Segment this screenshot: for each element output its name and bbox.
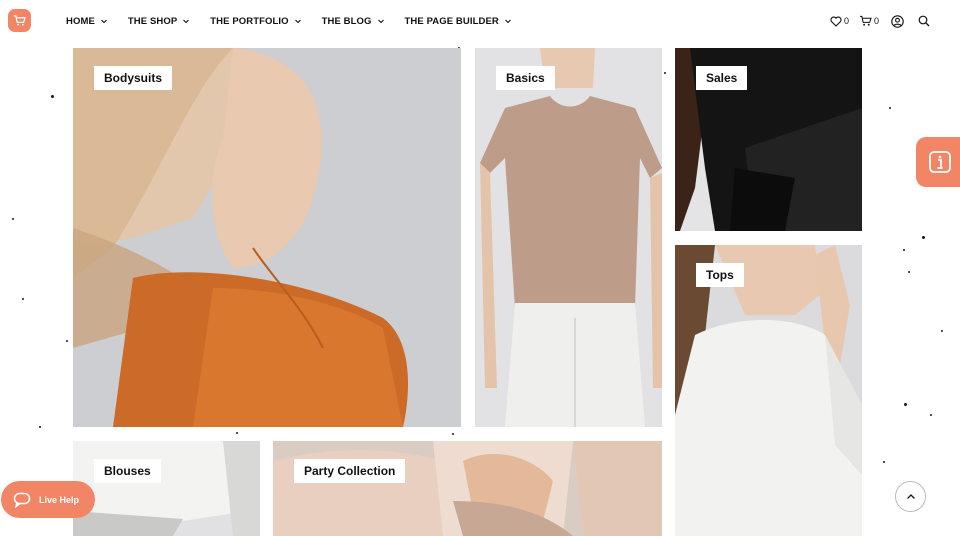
main-nav: HOME THE SHOP THE PORTFOLIO THE BLOG THE… xyxy=(66,0,532,42)
nav-label: THE SHOP xyxy=(127,15,178,27)
search-button[interactable] xyxy=(918,15,930,27)
site-header: HOME THE SHOP THE PORTFOLIO THE BLOG THE… xyxy=(0,0,960,42)
chevron-up-icon xyxy=(906,493,915,499)
nav-item-blog[interactable]: THE BLOG xyxy=(322,16,385,27)
nav-item-page-builder[interactable]: THE PAGE BUILDER xyxy=(405,16,512,27)
bodysuits-photo xyxy=(73,48,461,427)
live-help-label: Live Help xyxy=(39,494,80,505)
user-icon xyxy=(891,14,904,28)
header-actions: 0 0 xyxy=(820,0,930,42)
category-tile-party-collection[interactable]: Party Collection xyxy=(273,441,662,536)
nav-item-shop[interactable]: THE SHOP xyxy=(128,16,190,27)
logo[interactable] xyxy=(8,9,31,32)
wishlist-count: 0 xyxy=(843,16,849,26)
category-tile-bodysuits[interactable]: Bodysuits xyxy=(73,48,461,427)
party-collection-photo xyxy=(273,441,662,536)
category-label[interactable]: Tops xyxy=(696,263,744,287)
category-label[interactable]: Blouses xyxy=(94,459,161,483)
cart-button[interactable]: 0 xyxy=(859,15,879,27)
chevron-down-icon xyxy=(294,19,301,24)
chevron-down-icon xyxy=(504,19,511,24)
cart-count: 0 xyxy=(873,16,879,26)
account-button[interactable] xyxy=(891,14,904,28)
cart-icon xyxy=(859,15,872,26)
category-tile-blouses[interactable]: Blouses xyxy=(73,441,260,536)
nav-label: THE PORTFOLIO xyxy=(210,15,289,27)
nav-item-home[interactable]: HOME xyxy=(66,16,108,27)
cart-icon xyxy=(13,15,26,26)
category-tile-sales[interactable]: Sales xyxy=(675,48,862,231)
chevron-down-icon xyxy=(101,19,107,24)
search-icon xyxy=(918,15,930,27)
category-label[interactable]: Bodysuits xyxy=(94,66,173,90)
tops-photo xyxy=(675,245,862,536)
info-icon xyxy=(929,151,951,173)
nav-label: HOME xyxy=(66,15,95,27)
chat-bubble-icon xyxy=(13,492,31,508)
chevron-down-icon xyxy=(377,19,384,24)
heart-icon xyxy=(830,16,842,27)
info-tab[interactable] xyxy=(916,137,960,187)
category-label[interactable]: Sales xyxy=(696,66,748,90)
nav-label: THE PAGE BUILDER xyxy=(404,15,499,27)
chevron-down-icon xyxy=(183,19,190,24)
nav-label: THE BLOG xyxy=(321,15,372,27)
blouses-photo xyxy=(73,441,260,536)
category-label[interactable]: Party Collection xyxy=(294,459,406,483)
category-tile-basics[interactable]: Basics xyxy=(475,48,662,427)
basics-photo xyxy=(475,48,662,427)
nav-item-portfolio[interactable]: THE PORTFOLIO xyxy=(210,16,301,27)
category-label[interactable]: Basics xyxy=(496,66,555,90)
wishlist-button[interactable]: 0 xyxy=(830,16,849,27)
live-help-button[interactable]: Live Help xyxy=(1,481,95,518)
back-to-top-button[interactable] xyxy=(895,481,926,512)
category-tile-tops[interactable]: Tops xyxy=(675,245,862,536)
